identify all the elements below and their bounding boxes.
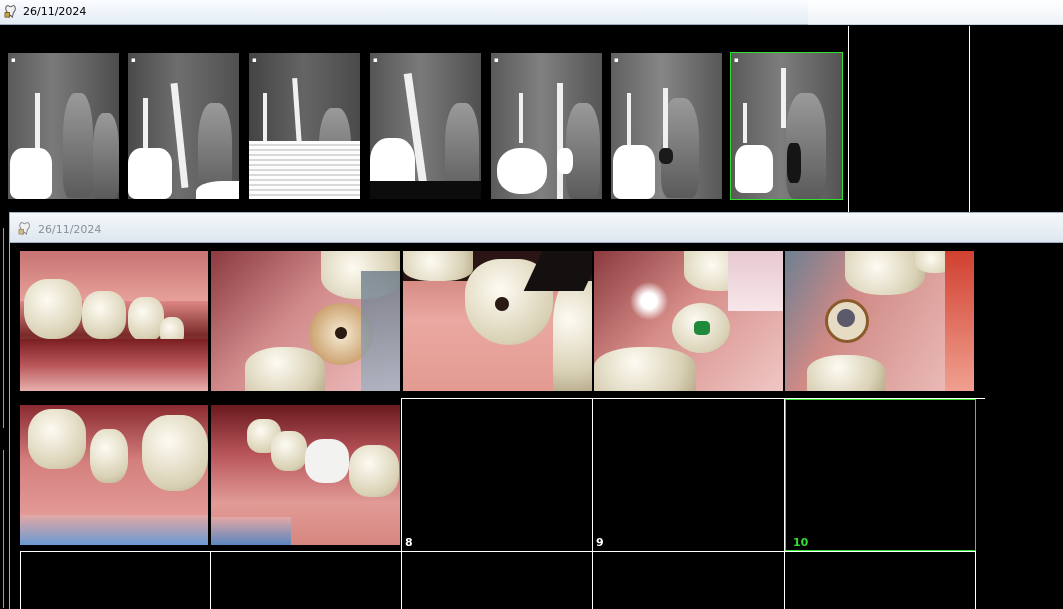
- radiograph-window: 26/11/2024 ▪ ▪ ▪ ▪ ▪ ▪ ▪: [0, 0, 1063, 215]
- orientation-mark: ▪: [11, 56, 16, 64]
- orientation-mark: ▪: [252, 56, 257, 64]
- slot-number-10: 10: [793, 536, 809, 549]
- tooth-app-icon: [4, 5, 16, 19]
- empty-radiograph-slot[interactable]: [970, 26, 1063, 213]
- slot-number-9: 9: [596, 536, 604, 549]
- empty-photo-slot[interactable]: [785, 552, 975, 609]
- orientation-mark: ▪: [494, 56, 499, 64]
- titlebar-extension: [808, 0, 1063, 25]
- radiograph-thumb-6[interactable]: ▪: [611, 53, 722, 199]
- clinical-photo-2[interactable]: [211, 251, 400, 391]
- clinical-photo-1[interactable]: [20, 251, 208, 391]
- radiograph-window-title: 26/11/2024: [23, 5, 87, 18]
- empty-photo-slot-8[interactable]: 8: [402, 399, 592, 551]
- radiograph-thumb-2[interactable]: ▪: [128, 53, 239, 199]
- clinical-photo-7[interactable]: [211, 405, 400, 545]
- radiograph-thumb-7-selected[interactable]: ▪: [730, 52, 843, 200]
- empty-radiograph-slot[interactable]: [849, 26, 969, 213]
- window-edge: [3, 450, 4, 608]
- orientation-mark: ▪: [614, 56, 619, 64]
- empty-photo-slot-10-selected[interactable]: 10: [785, 399, 976, 551]
- clinical-photo-5[interactable]: [785, 251, 974, 391]
- photo-window: 26/11/2024 8 9 10: [9, 212, 1063, 609]
- empty-photo-slot[interactable]: [211, 552, 401, 609]
- window-edge: [3, 228, 4, 428]
- radiograph-thumb-3[interactable]: ▪: [249, 53, 360, 199]
- empty-photo-slot-9[interactable]: 9: [593, 399, 784, 551]
- radiograph-thumb-5[interactable]: ▪: [491, 53, 602, 199]
- slot-number-8: 8: [405, 536, 413, 549]
- orientation-mark: ▪: [131, 56, 136, 64]
- photo-window-titlebar[interactable]: 26/11/2024: [10, 213, 1063, 243]
- photo-window-title: 26/11/2024: [38, 223, 102, 236]
- clinical-photo-4[interactable]: [594, 251, 783, 391]
- radiograph-thumb-1[interactable]: ▪: [8, 53, 119, 199]
- empty-photo-slot[interactable]: [402, 552, 592, 609]
- tooth-app-icon: [18, 222, 30, 236]
- empty-photo-slot[interactable]: [593, 552, 784, 609]
- clinical-photo-6[interactable]: [20, 405, 208, 545]
- orientation-mark: ▪: [373, 56, 378, 64]
- empty-photo-slot[interactable]: [21, 552, 210, 609]
- radiograph-window-titlebar[interactable]: 26/11/2024: [0, 0, 808, 25]
- radiograph-thumb-4[interactable]: ▪: [370, 53, 481, 199]
- clinical-photo-3[interactable]: [403, 251, 592, 391]
- orientation-mark: ▪: [734, 56, 739, 64]
